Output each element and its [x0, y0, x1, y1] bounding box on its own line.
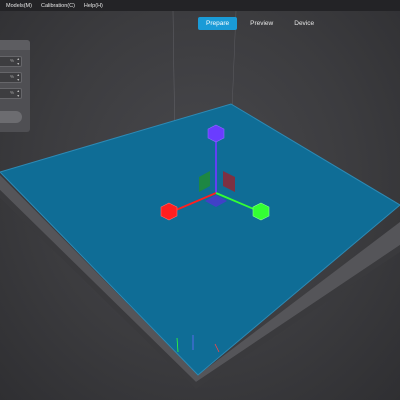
tab-prepare[interactable]: Prepare [198, 17, 238, 30]
y-axis-handle[interactable] [252, 202, 270, 221]
spinner-icon[interactable]: ▲ ▼ [17, 73, 20, 82]
unit-label: % [9, 58, 14, 63]
spin-down-icon[interactable]: ▼ [17, 94, 20, 98]
object-settings-panel: % ▲ ▼ % ▲ ▼ % ▲ ▼ [0, 40, 30, 132]
mode-tabs: Prepare Preview Device [198, 17, 322, 30]
spinner-icon[interactable]: ▲ ▼ [17, 89, 20, 98]
slicer-window: Models(M) Calibration(C) Help(H) Prepare… [0, 0, 400, 400]
tab-device[interactable]: Device [286, 17, 322, 30]
tab-preview[interactable]: Preview [242, 17, 281, 30]
menu-help[interactable]: Help(H) [84, 3, 103, 9]
z-axis-handle[interactable] [207, 124, 225, 143]
unit-label: % [9, 74, 14, 79]
menu-models[interactable]: Models(M) [6, 3, 32, 9]
spinner-icon[interactable]: ▲ ▼ [17, 57, 20, 66]
panel-action-button[interactable] [0, 111, 22, 123]
scale-field-y[interactable]: % ▲ ▼ [0, 72, 22, 83]
spin-up-icon[interactable]: ▲ [17, 89, 20, 93]
3d-viewport[interactable] [0, 0, 400, 400]
spin-up-icon[interactable]: ▲ [17, 73, 20, 77]
unit-label: % [9, 90, 14, 95]
spin-down-icon[interactable]: ▼ [17, 62, 20, 66]
x-axis-handle[interactable] [160, 202, 178, 221]
menu-bar: Models(M) Calibration(C) Help(H) [0, 0, 400, 11]
menu-calibration[interactable]: Calibration(C) [41, 3, 75, 9]
spin-up-icon[interactable]: ▲ [17, 57, 20, 61]
scale-field-z[interactable]: % ▲ ▼ [0, 88, 22, 99]
panel-header [0, 40, 30, 50]
spin-down-icon[interactable]: ▼ [17, 78, 20, 82]
scale-field-x[interactable]: % ▲ ▼ [0, 56, 22, 67]
